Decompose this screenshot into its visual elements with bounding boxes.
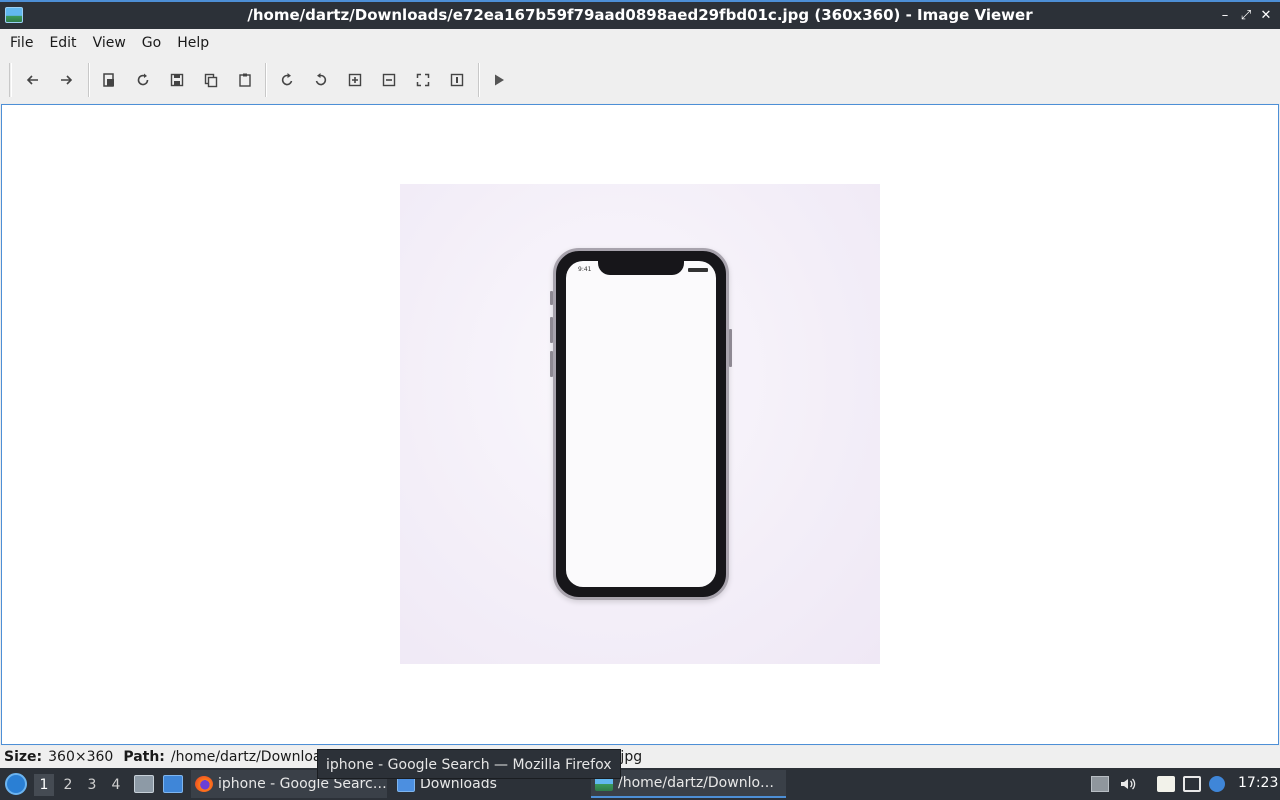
workspace-2[interactable]: 2: [58, 774, 78, 796]
iphone-illustration: 9:41: [550, 248, 732, 600]
toolbar: [0, 57, 1280, 103]
toolbar-separator: [478, 63, 480, 97]
title-bar: /home/dartz/Downloads/e72ea167b59f79aad0…: [0, 0, 1280, 29]
workspace-1[interactable]: 1: [34, 774, 54, 796]
zoom-out-button[interactable]: [377, 68, 401, 92]
taskbar-tooltip: iphone - Google Search — Mozilla Firefox: [317, 749, 621, 779]
back-icon: [26, 75, 38, 85]
taskbar: 1 2 3 4 iphone - Google Searc… Downloads…: [0, 768, 1280, 800]
size-value: 360×360: [48, 749, 114, 765]
copy-button[interactable]: [199, 68, 223, 92]
original-size-button[interactable]: [445, 68, 469, 92]
fit-button[interactable]: [411, 68, 435, 92]
menu-file[interactable]: File: [2, 35, 41, 51]
rotate-clockwise-button[interactable]: [275, 68, 299, 92]
menu-go[interactable]: Go: [134, 35, 169, 51]
task-label: /home/dartz/Downlo…: [618, 775, 775, 791]
path-label: Path:: [123, 749, 165, 765]
rotate-counterclockwise-icon: [315, 73, 327, 86]
reload-button[interactable]: [131, 68, 155, 92]
menu-view[interactable]: View: [85, 35, 134, 51]
phone-side-button: [550, 317, 553, 343]
paste-button[interactable]: [233, 68, 257, 92]
notification-icon[interactable]: [1209, 776, 1225, 792]
size-label: Size:: [4, 749, 43, 765]
open-button[interactable]: [97, 68, 121, 92]
network-icon[interactable]: [1183, 776, 1201, 792]
workspace-4[interactable]: 4: [106, 774, 126, 796]
rotate-counterclockwise-button[interactable]: [309, 68, 333, 92]
tray-up-arrow-icon[interactable]: [1091, 776, 1109, 792]
menu-bar: File Edit View Go Help: [0, 29, 1280, 57]
clipboard-icon[interactable]: [1157, 776, 1175, 792]
zoom-in-button[interactable]: [343, 68, 367, 92]
slideshow-icon: [495, 74, 504, 86]
clock[interactable]: 17:23: [1238, 775, 1278, 791]
maximize-button[interactable]: ⤢: [1236, 6, 1256, 26]
phone-side-button: [550, 291, 553, 305]
phone-side-button: [729, 329, 732, 367]
forward-button[interactable]: [54, 68, 78, 92]
minimize-button[interactable]: –: [1215, 6, 1235, 26]
save-button[interactable]: [165, 68, 189, 92]
show-desktop-icon[interactable]: [163, 775, 183, 793]
menu-help[interactable]: Help: [169, 35, 217, 51]
phone-screen: [566, 261, 716, 587]
rotate-clockwise-icon: [281, 73, 293, 86]
phone-time: 9:41: [578, 266, 592, 273]
window-title: /home/dartz/Downloads/e72ea167b59f79aad0…: [247, 6, 1033, 24]
original-size-icon: [450, 73, 464, 87]
save-icon: [170, 73, 184, 87]
copy-icon: [204, 73, 218, 88]
image-viewport[interactable]: 9:41: [1, 104, 1279, 745]
phone-status-icons: [688, 268, 708, 272]
toolbar-separator: [265, 63, 267, 97]
volume-icon[interactable]: [1119, 776, 1137, 792]
start-menu-icon[interactable]: [5, 773, 27, 795]
phone-notch: [598, 261, 684, 275]
toolbar-separator: [88, 63, 90, 97]
reload-icon: [137, 73, 149, 86]
workspace-3[interactable]: 3: [82, 774, 102, 796]
forward-icon: [61, 75, 73, 85]
firefox-icon: [195, 776, 213, 792]
zoom-in-icon: [348, 73, 362, 87]
status-bar: Size: 360×360 Path: /home/dartz/Download…: [0, 746, 1280, 768]
displayed-image: 9:41: [400, 184, 880, 664]
zoom-out-icon: [382, 73, 396, 87]
file-manager-launcher-icon[interactable]: [134, 775, 154, 793]
fit-icon: [416, 73, 430, 87]
menu-edit[interactable]: Edit: [41, 35, 84, 51]
phone-side-button: [550, 351, 553, 377]
open-icon: [103, 73, 114, 87]
slideshow-button[interactable]: [487, 68, 511, 92]
back-button[interactable]: [21, 68, 45, 92]
toolbar-grip[interactable]: [9, 63, 12, 97]
close-button[interactable]: ✕: [1256, 6, 1276, 26]
paste-icon: [239, 73, 251, 87]
